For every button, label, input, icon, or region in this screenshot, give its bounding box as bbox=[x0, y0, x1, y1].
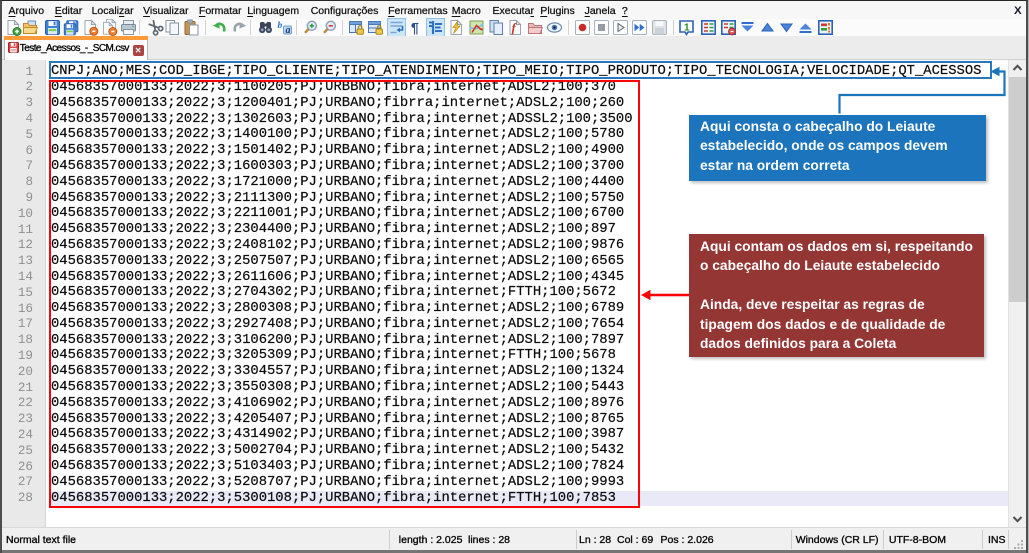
svg-text:¶: ¶ bbox=[411, 20, 419, 36]
svg-text:1: 1 bbox=[684, 23, 690, 34]
svg-text:b: b bbox=[277, 21, 282, 31]
svg-text:a: a bbox=[285, 25, 290, 36]
